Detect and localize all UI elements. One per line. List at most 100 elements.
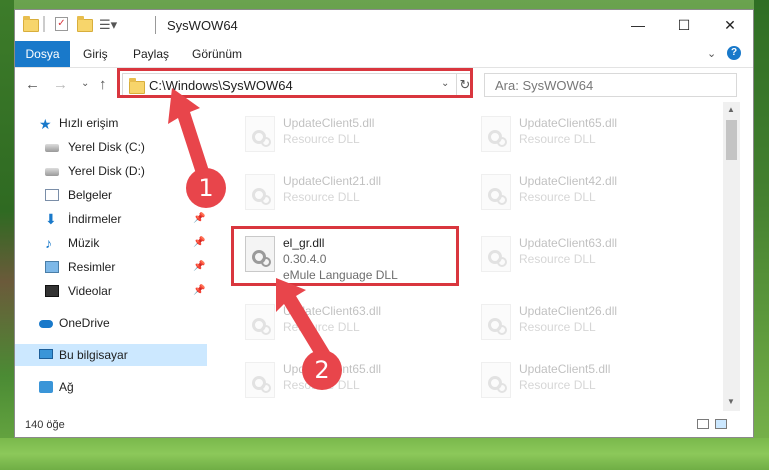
file-name: UpdateClient5.dll (519, 362, 611, 376)
recent-locations-icon[interactable]: ⌄ (81, 78, 89, 89)
music-icon: ♪ (45, 235, 52, 251)
details-view-icon[interactable] (697, 419, 709, 429)
file-item[interactable]: UpdateClient5.dll Resource DLL (237, 112, 457, 158)
pictures-icon (45, 261, 59, 273)
pin-icon[interactable]: 📌 (193, 232, 205, 254)
sidebar-item-label: Yerel Disk (C:) (68, 140, 145, 154)
navigation-pane: ★ Hızlı erişim Yerel Disk (C:) Yerel Dis… (15, 102, 207, 404)
status-bar: 140 öğe (15, 411, 753, 437)
forward-arrow-icon[interactable]: → (53, 76, 68, 93)
large-icons-view-icon[interactable] (715, 419, 727, 429)
minimize-button[interactable]: — (615, 10, 661, 41)
drive-icon (45, 144, 59, 152)
file-type: Resource DLL (283, 190, 360, 204)
file-name: UpdateClient63.dll (283, 304, 382, 318)
drive-icon (45, 168, 59, 176)
sidebar-item-label: Hızlı erişim (59, 116, 119, 130)
sidebar-item-onedrive[interactable]: OneDrive (15, 312, 207, 334)
customize-toolbar-icon[interactable]: ☰▾ (99, 17, 117, 33)
file-item[interactable]: UpdateClient63.dll Resource DLL (473, 232, 693, 278)
title-bar: ✓ ☰▾ SysWOW64 — ☐ ✕ (15, 10, 753, 41)
sidebar-item-downloads[interactable]: ⬇ İndirmeler 📌 (15, 208, 207, 230)
scroll-up-icon[interactable]: ▲ (727, 105, 735, 114)
file-type: Resource DLL (519, 252, 596, 266)
sidebar-item-label: Videolar (68, 284, 112, 298)
step-1-badge: 1 (186, 168, 226, 208)
file-item[interactable]: UpdateClient26.dll Resource DLL (473, 300, 693, 346)
window-title: SysWOW64 (167, 18, 238, 33)
tab-home[interactable]: Giriş (83, 41, 108, 67)
back-arrow-icon[interactable]: ← (25, 76, 40, 93)
file-name: UpdateClient5.dll (283, 116, 375, 130)
download-icon: ⬇ (45, 211, 57, 227)
file-item[interactable]: UpdateClient21.dll Resource DLL (237, 170, 457, 216)
dll-file-icon (481, 236, 511, 272)
ribbon-tabs: Dosya Giriş Paylaş Görünüm ⌄ ? (15, 41, 753, 68)
pin-icon[interactable]: 📌 (193, 256, 205, 278)
ribbon-expand-icon[interactable]: ⌄ (707, 47, 716, 60)
tab-share[interactable]: Paylaş (133, 41, 169, 67)
dll-file-icon (481, 174, 511, 210)
dll-file-icon (481, 116, 511, 152)
tab-view[interactable]: Görünüm (192, 41, 242, 67)
file-item[interactable]: UpdateClient5.dll Resource DLL (473, 358, 693, 404)
sidebar-item-local-disk-c[interactable]: Yerel Disk (C:) (15, 136, 207, 158)
sidebar-item-videos[interactable]: Videolar 📌 (15, 280, 207, 302)
dll-file-icon (245, 116, 275, 152)
new-folder-icon[interactable] (77, 16, 93, 33)
file-item[interactable]: UpdateClient65.dll Resource DLL (237, 358, 457, 404)
file-name: UpdateClient21.dll (283, 174, 382, 188)
sidebar-item-network[interactable]: Ağ (15, 376, 207, 398)
separator (155, 16, 156, 34)
file-item[interactable]: UpdateClient63.dll Resource DLL (237, 300, 457, 346)
step-2-badge: 2 (302, 350, 342, 390)
file-name: UpdateClient65.dll (519, 116, 618, 130)
help-icon[interactable]: ? (727, 46, 741, 60)
documents-icon (45, 189, 59, 201)
file-name: UpdateClient26.dll (519, 304, 618, 318)
sidebar-item-this-pc[interactable]: Bu bilgisayar (15, 344, 207, 366)
maximize-button[interactable]: ☐ (661, 10, 707, 41)
item-count: 140 öğe (25, 419, 65, 431)
sidebar-item-quick-access[interactable]: ★ Hızlı erişim (15, 112, 207, 134)
sidebar-item-label: Bu bilgisayar (59, 348, 128, 362)
sidebar-item-local-disk-d[interactable]: Yerel Disk (D:) (15, 160, 207, 182)
desktop-background-bottom (0, 438, 769, 470)
file-item[interactable]: UpdateClient42.dll Resource DLL (473, 170, 693, 216)
pin-icon[interactable]: 📌 (193, 208, 205, 230)
separator (43, 16, 45, 32)
file-type: Resource DLL (283, 132, 360, 146)
dll-file-icon (481, 304, 511, 340)
up-arrow-icon[interactable]: ↑ (99, 76, 107, 93)
desktop-background-right (754, 0, 769, 470)
sidebar-item-label: İndirmeler (68, 212, 122, 226)
tab-file[interactable]: Dosya (15, 41, 70, 67)
search-placeholder[interactable]: Ara: SysWOW64 (495, 78, 593, 93)
properties-icon[interactable]: ✓ (55, 17, 68, 31)
scroll-down-icon[interactable]: ▼ (727, 397, 735, 406)
sidebar-item-label: OneDrive (59, 316, 110, 330)
cloud-icon (39, 320, 53, 328)
file-item[interactable]: UpdateClient65.dll Resource DLL (473, 112, 693, 158)
vertical-scrollbar[interactable]: ▲ ▼ (723, 102, 740, 411)
dll-file-icon (245, 304, 275, 340)
dll-file-icon (245, 362, 275, 398)
sidebar-item-label: Belgeler (68, 188, 113, 202)
folder-icon (23, 16, 39, 33)
file-type: Resource DLL (283, 320, 360, 334)
desktop-background-left (0, 0, 14, 470)
pin-icon[interactable]: 📌 (193, 280, 205, 302)
sidebar-item-label: Ağ (59, 380, 74, 394)
search-box[interactable]: Ara: SysWOW64 (484, 73, 737, 97)
close-button[interactable]: ✕ (707, 10, 753, 41)
sidebar-item-music[interactable]: ♪ Müzik 📌 (15, 232, 207, 254)
scroll-thumb[interactable] (726, 120, 737, 160)
videos-icon (45, 285, 59, 297)
sidebar-item-documents[interactable]: Belgeler (15, 184, 207, 206)
file-type: Resource DLL (519, 132, 596, 146)
sidebar-item-label: Yerel Disk (D:) (68, 164, 145, 178)
file-type: Resource DLL (519, 378, 596, 392)
file-name: UpdateClient63.dll (519, 236, 618, 250)
address-bar-highlight (117, 68, 473, 98)
sidebar-item-pictures[interactable]: Resimler 📌 (15, 256, 207, 278)
